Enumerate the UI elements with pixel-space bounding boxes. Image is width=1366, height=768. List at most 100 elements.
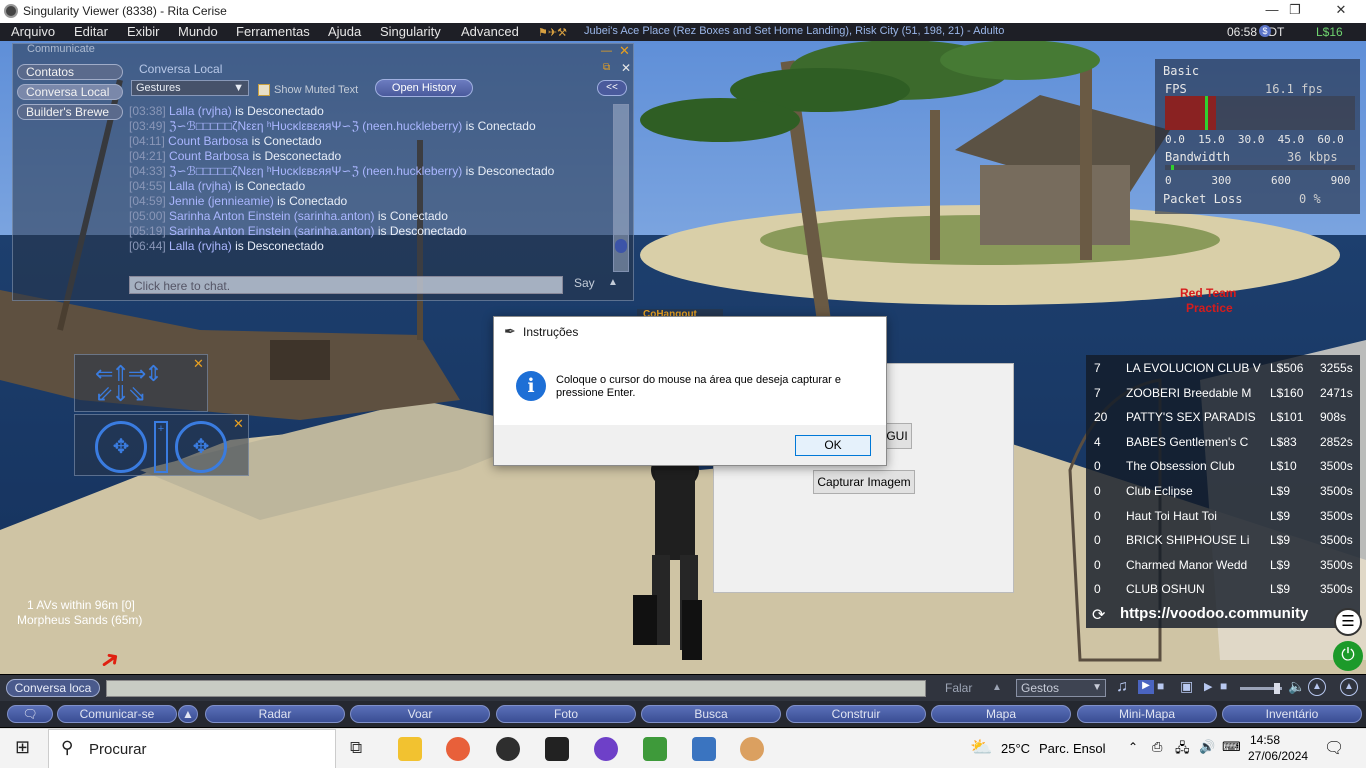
event-row[interactable]: 0 BRICK SHIPHOUSE Li L$9 3500s xyxy=(1086,527,1360,551)
menu-exibir[interactable]: Exibir xyxy=(127,24,160,39)
chat-name[interactable]: Lalla (rvjha) xyxy=(169,179,232,193)
orbit-icon[interactable]: ✥ xyxy=(95,421,147,473)
chat-name[interactable]: Jennie (jennieamie) xyxy=(169,194,274,208)
open-history-button[interactable]: Open History xyxy=(375,79,473,97)
close-icon[interactable]: ✕ xyxy=(619,43,630,59)
say-button[interactable]: Say xyxy=(574,276,595,290)
tab-contatos[interactable]: Contatos xyxy=(17,64,123,80)
event-row[interactable]: 7 ZOOBERI Breedable M L$160 2471s xyxy=(1086,380,1360,404)
python-icon[interactable] xyxy=(692,737,716,761)
toolbar-button-invent-rio[interactable]: Inventário xyxy=(1222,705,1362,723)
toolbar-button-busca[interactable]: Busca xyxy=(641,705,781,723)
close-button[interactable]: ✕ xyxy=(1321,2,1361,18)
location-bar[interactable]: Jubei's Ace Place (Rez Boxes and Set Hom… xyxy=(584,25,1004,37)
menu-arquivo[interactable]: Arquivo xyxy=(11,24,55,39)
tray-chevron-icon[interactable]: ⌃ xyxy=(1128,740,1138,754)
weather-temp[interactable]: 25°C xyxy=(1001,741,1030,756)
paint-icon[interactable] xyxy=(740,737,764,761)
menu-ajuda[interactable]: Ajuda xyxy=(328,24,361,39)
voodoo-url[interactable]: https://voodoo.community xyxy=(1120,605,1308,622)
pan-icon[interactable]: ✥ xyxy=(175,421,227,473)
firefox-icon[interactable] xyxy=(446,737,470,761)
parcel-flags-icon[interactable]: ⚑✈⚒ xyxy=(538,26,567,39)
expand-toolbar-icon[interactable]: ▲ xyxy=(1340,678,1358,696)
stop-icon[interactable]: ■ xyxy=(1157,679,1164,693)
weather-desc[interactable]: Parc. Ensol xyxy=(1039,741,1105,756)
chat-name[interactable]: Lalla (rvjha) xyxy=(169,239,232,253)
power-icon[interactable]: ⏻ xyxy=(1333,641,1363,671)
task-view-icon[interactable]: ⧉ xyxy=(350,738,362,758)
volume-thumb[interactable] xyxy=(1274,683,1280,694)
chat-entry[interactable] xyxy=(106,680,926,697)
event-row[interactable]: 0 Charmed Manor Wedd L$9 3500s xyxy=(1086,552,1360,576)
chat-history-button[interactable]: 🗨 xyxy=(7,705,53,723)
tear-off-icon[interactable]: ⧉ xyxy=(603,62,610,73)
chat-name[interactable]: ℨ∽ℬ□□□□□ζNεεη ʰHυcκlεвεяяΨ∽ℨ (neen.huckl… xyxy=(169,119,462,133)
menu-advanced[interactable]: Advanced xyxy=(461,24,519,39)
github-icon[interactable] xyxy=(594,737,618,761)
say-options-icon[interactable]: ▲ xyxy=(608,277,618,288)
event-row[interactable]: 0 The Obsession Club L$10 3500s xyxy=(1086,453,1360,477)
close-icon[interactable]: ✕ xyxy=(193,356,204,372)
channel-button[interactable]: Conversa loca xyxy=(6,679,100,697)
taskbar-date[interactable]: 27/06/2024 xyxy=(1248,749,1308,763)
chat-name[interactable]: ℨ∽ℬ□□□□□ζNεεη ʰHυcκlεвεяяΨ∽ℨ (neen.huckl… xyxy=(169,164,462,178)
toolbar-button-construir[interactable]: Construir xyxy=(786,705,926,723)
terminal-icon[interactable] xyxy=(545,737,569,761)
tab-conversa-local[interactable]: Conversa Local xyxy=(17,84,123,100)
notifications-icon[interactable]: 🗨 xyxy=(1324,738,1344,758)
windows-start-icon[interactable]: ⊞ xyxy=(15,737,30,758)
event-row[interactable]: 20 PATTY'S SEX PARADIS L$101 908s xyxy=(1086,404,1360,428)
expand-media-icon[interactable]: ▲ xyxy=(1308,678,1326,696)
show-muted-checkbox[interactable] xyxy=(258,84,270,96)
gestures-select[interactable]: Gestos ▼ xyxy=(1016,679,1106,697)
event-row[interactable]: 7 LA EVOLUCION CLUB V L$506 3255s xyxy=(1086,355,1360,379)
media-play-icon[interactable]: ▶ xyxy=(1204,680,1212,693)
chat-name[interactable]: Sarinha Anton Einstein (sarinha.anton) xyxy=(169,209,374,223)
chat-name[interactable]: Count Barbosa xyxy=(168,134,248,148)
tray-device-icon[interactable]: ⎙ xyxy=(1152,739,1162,755)
panel-close-icon[interactable]: ✕ xyxy=(621,61,631,75)
toolbar-button-foto[interactable]: Foto xyxy=(496,705,636,723)
menu-ferramentas[interactable]: Ferramentas xyxy=(236,24,310,39)
menu-list-icon[interactable]: ☰ xyxy=(1334,608,1362,636)
currency-icon[interactable]: $ xyxy=(1259,25,1271,37)
singularity-icon[interactable] xyxy=(496,737,520,761)
play-icon[interactable]: ▶ xyxy=(1138,680,1154,694)
taskbar-search[interactable]: ⚲ Procurar xyxy=(48,729,336,768)
toolbar-button-voar[interactable]: Voar xyxy=(350,705,490,723)
event-row[interactable]: 4 BABES Gentlemen's C L$83 2852s xyxy=(1086,429,1360,453)
keyboard-icon[interactable]: ⌨ xyxy=(1222,739,1241,755)
toolbar-button-radar[interactable]: Radar xyxy=(205,705,345,723)
music-icon[interactable]: ♫ xyxy=(1116,678,1128,696)
volume-icon[interactable]: 🔊 xyxy=(1199,739,1215,755)
scroll-thumb[interactable] xyxy=(615,239,627,253)
chat-name[interactable]: Lalla (rvjha) xyxy=(169,104,232,118)
event-row[interactable]: 0 Haut Toi Haut Toi L$9 3500s xyxy=(1086,503,1360,527)
zoom-slider[interactable]: + xyxy=(154,421,168,473)
refresh-icon[interactable]: ⟳ xyxy=(1092,605,1105,625)
capture-image-button[interactable]: Capturar Imagem xyxy=(813,470,915,494)
communicate-button[interactable]: Comunicar-se xyxy=(57,705,177,723)
close-icon[interactable]: ✕ xyxy=(233,416,244,432)
speak-options-icon[interactable]: ▲ xyxy=(992,682,1002,693)
file-explorer-icon[interactable] xyxy=(398,737,422,761)
chat-input[interactable]: Click here to chat. xyxy=(129,276,563,294)
gestures-dropdown[interactable]: Gestures ▼ xyxy=(131,80,249,96)
tab-builders-brewe[interactable]: Builder's Brewe xyxy=(17,104,123,120)
volume-slider[interactable] xyxy=(1240,683,1282,694)
menu-singularity[interactable]: Singularity xyxy=(380,24,441,39)
weather-icon[interactable]: ⛅ xyxy=(970,737,992,758)
minimize-icon[interactable]: — xyxy=(601,45,612,57)
menu-mundo[interactable]: Mundo xyxy=(178,24,218,39)
mute-icon[interactable]: 🔈 xyxy=(1288,678,1305,695)
chat-scrollbar[interactable] xyxy=(613,104,629,272)
turn-arrows-icon[interactable]: ⇙⇓⇘ xyxy=(95,381,146,407)
taskbar-time[interactable]: 14:58 xyxy=(1250,733,1280,747)
network-icon[interactable]: 🖧 xyxy=(1175,739,1190,761)
balance[interactable]: L$16 xyxy=(1316,25,1343,39)
media-icon[interactable]: ▣ xyxy=(1180,678,1193,695)
chat-name[interactable]: Sarinha Anton Einstein (sarinha.anton) xyxy=(169,224,374,238)
event-row[interactable]: 0 Club Eclipse L$9 3500s xyxy=(1086,478,1360,502)
speak-button[interactable]: Falar xyxy=(945,681,972,695)
